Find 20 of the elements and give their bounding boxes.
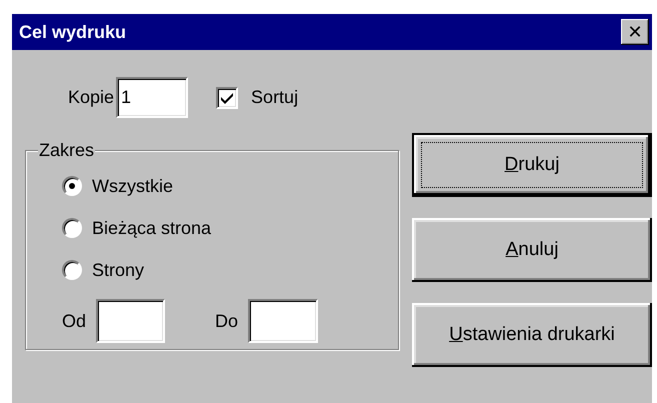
dialog-button[interactable]: Anuluj [412,218,652,282]
window-title: Cel wydruku [19,22,126,42]
copies-field[interactable]: 1 [116,77,188,118]
copies-label: Kopie [68,87,114,108]
radio-button[interactable] [62,260,82,280]
to-label: Do [215,310,238,332]
from-label: Od [62,310,86,332]
radio-label: Bieżąca strona [92,218,212,238]
close-button[interactable]: ✕ [621,19,649,45]
radio-button[interactable] [62,176,82,196]
radio-button[interactable] [62,218,82,238]
check-icon [220,90,234,104]
to-field[interactable] [248,299,318,343]
radio-label: Strony [92,260,144,280]
checkbox-label: Sortuj [251,87,298,108]
dialog-button[interactable]: Drukuj [412,133,652,197]
dialog-button[interactable]: Ustawienia drukarki [412,303,652,367]
from-field[interactable] [96,299,166,343]
radio-label: Wszystkie [92,176,173,196]
checkbox[interactable] [216,86,238,108]
